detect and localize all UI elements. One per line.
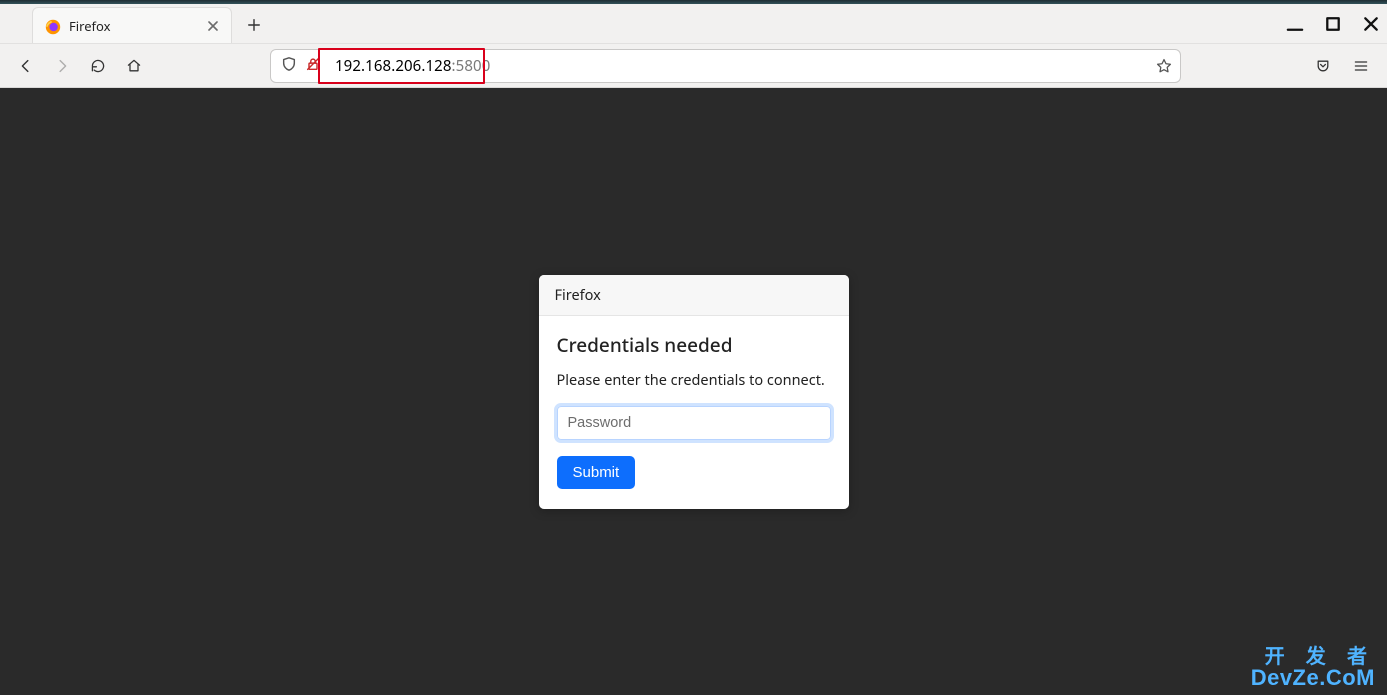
window-close-button[interactable] <box>1361 14 1381 34</box>
tab-strip: Firefox <box>0 4 1387 44</box>
credentials-dialog: Firefox Credentials needed Please enter … <box>539 275 849 509</box>
browser-tab[interactable]: Firefox <box>32 7 232 43</box>
shield-icon[interactable] <box>281 55 297 77</box>
watermark-line1: 开 发 者 <box>1251 645 1375 666</box>
address-bar[interactable]: 192.168.206.128:5800 <box>270 49 1181 83</box>
window-controls <box>1285 4 1381 44</box>
bookmark-star-button[interactable] <box>1148 58 1180 74</box>
navigation-toolbar: 192.168.206.128:5800 <box>0 44 1387 88</box>
password-input[interactable] <box>557 406 831 440</box>
url-host: 192.168.206.128 <box>335 56 452 76</box>
back-button[interactable] <box>10 50 42 82</box>
window-maximize-button[interactable] <box>1323 14 1343 34</box>
dialog-title: Credentials needed <box>557 332 831 358</box>
home-button[interactable] <box>118 50 150 82</box>
new-tab-button[interactable] <box>238 9 270 41</box>
app-menu-button[interactable] <box>1345 50 1377 82</box>
url-port: :5800 <box>452 56 491 76</box>
watermark: 开 发 者 DevZe.CoM <box>1251 645 1375 689</box>
tab-title: Firefox <box>69 17 197 35</box>
dialog-message: Please enter the credentials to connect. <box>557 370 831 390</box>
reload-button[interactable] <box>82 50 114 82</box>
window-minimize-button[interactable] <box>1285 14 1305 34</box>
save-to-pocket-button[interactable] <box>1307 50 1339 82</box>
site-identity-area <box>271 55 329 77</box>
url-text[interactable]: 192.168.206.128:5800 <box>331 56 1148 76</box>
firefox-favicon-icon <box>45 18 61 34</box>
forward-button[interactable] <box>46 50 78 82</box>
tab-close-button[interactable] <box>205 18 221 34</box>
insecure-lock-icon[interactable] <box>305 55 321 77</box>
dialog-header: Firefox <box>539 275 849 316</box>
submit-button[interactable]: Submit <box>557 456 636 489</box>
watermark-line2: DevZe.CoM <box>1251 666 1375 689</box>
page-viewport: Firefox Credentials needed Please enter … <box>0 88 1387 695</box>
